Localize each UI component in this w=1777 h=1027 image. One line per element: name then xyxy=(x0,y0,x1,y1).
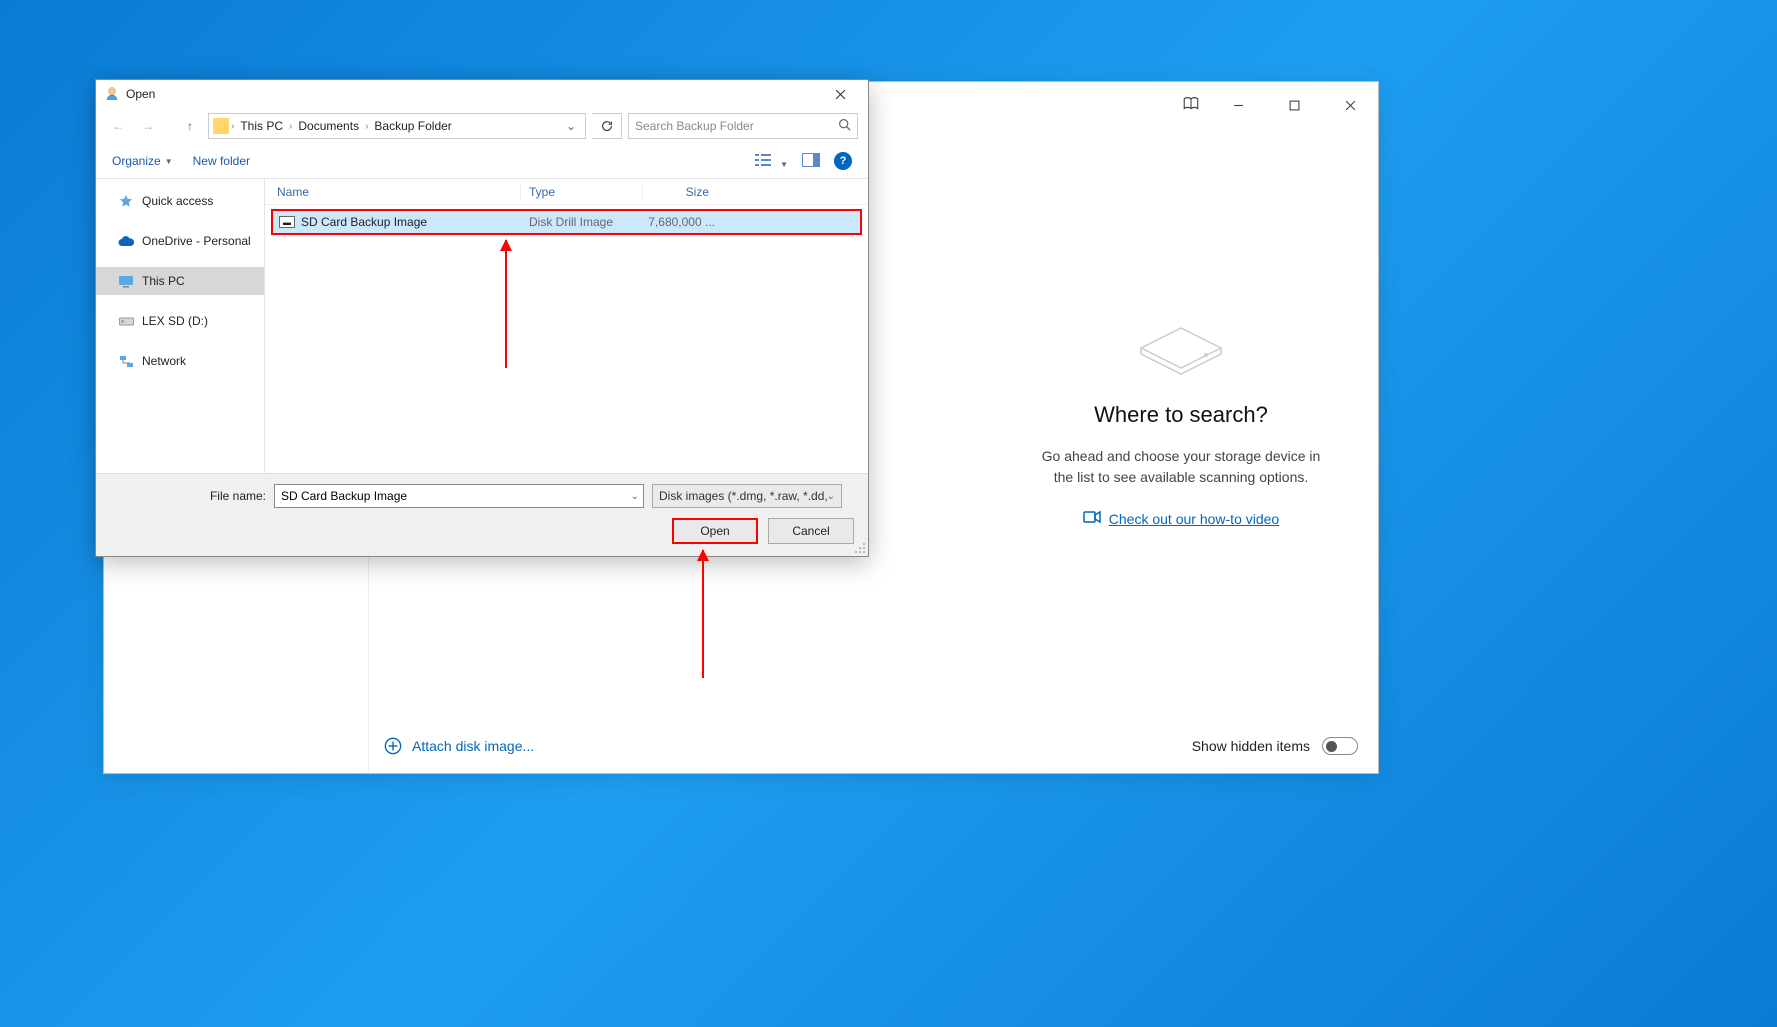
search-placeholder: Search Backup Folder xyxy=(635,119,754,133)
filetype-filter[interactable]: Disk images (*.dmg, *.raw, *.dd, ⌄ xyxy=(652,484,842,508)
drive-icon xyxy=(1131,308,1231,378)
dialog-title: Open xyxy=(126,87,155,101)
dialog-sidebar: Quick access OneDrive - Personal This PC… xyxy=(96,179,264,473)
where-desc: Go ahead and choose your storage device … xyxy=(1036,446,1326,488)
network-icon xyxy=(118,353,134,369)
column-name[interactable]: Name xyxy=(265,185,521,199)
dialog-nav: ← → ↑ › This PC › Documents › Backup Fol… xyxy=(96,108,868,144)
sidebar-item-quickaccess[interactable]: Quick access xyxy=(96,187,264,215)
star-icon xyxy=(118,193,134,209)
sidebar-item-onedrive[interactable]: OneDrive - Personal xyxy=(96,227,264,255)
open-dialog: Open ← → ↑ › This PC › Documents › Backu… xyxy=(95,79,869,557)
search-icon xyxy=(838,118,851,134)
annotation-arrow-2 xyxy=(702,550,704,678)
refresh-button[interactable] xyxy=(592,113,622,139)
column-type[interactable]: Type xyxy=(521,185,643,199)
right-panel: Where to search? Go ahead and choose you… xyxy=(984,128,1378,773)
preview-pane-icon[interactable] xyxy=(802,153,820,170)
breadcrumb-dropdown[interactable]: ⌄ xyxy=(561,119,581,133)
attach-disk-image-button[interactable]: Attach disk image... xyxy=(384,737,534,755)
video-icon xyxy=(1083,510,1101,527)
diskimage-icon: ▬ xyxy=(279,216,295,228)
file-row[interactable]: ▬ SD Card Backup Image Disk Drill Image … xyxy=(271,209,862,235)
file-name: SD Card Backup Image xyxy=(301,215,427,229)
newfolder-button[interactable]: New folder xyxy=(193,154,250,168)
resize-grip[interactable] xyxy=(854,542,866,554)
pc-icon xyxy=(118,273,134,289)
howto-link[interactable]: Check out our how-to video xyxy=(1109,511,1279,527)
cancel-button[interactable]: Cancel xyxy=(768,518,854,544)
cloud-icon xyxy=(118,233,134,249)
file-list: Name Type Size ▬ SD Card Backup Image Di… xyxy=(264,179,868,473)
file-type: Disk Drill Image xyxy=(523,215,645,229)
breadcrumb[interactable]: › This PC › Documents › Backup Folder ⌄ xyxy=(208,113,586,139)
app-icon xyxy=(104,86,120,102)
dialog-titlebar: Open xyxy=(96,80,868,108)
hidden-label: Show hidden items xyxy=(1192,738,1310,754)
show-hidden-toggle[interactable] xyxy=(1322,737,1358,755)
dialog-toolbar: Organize ▼ New folder ▼ ? xyxy=(96,144,868,178)
bc-backup[interactable]: Backup Folder xyxy=(370,119,455,133)
view-list-icon[interactable]: ▼ xyxy=(755,153,788,170)
attach-label: Attach disk image... xyxy=(412,738,534,754)
sidebar-item-network[interactable]: Network xyxy=(96,347,264,375)
file-size: 7,680,000 ... xyxy=(645,215,715,229)
book-icon[interactable] xyxy=(1182,95,1200,116)
sidebar-item-thispc[interactable]: This PC xyxy=(96,267,264,295)
organize-button[interactable]: Organize ▼ xyxy=(112,154,173,168)
dialog-close-button[interactable] xyxy=(820,82,860,106)
bc-thispc[interactable]: This PC xyxy=(236,119,287,133)
filename-label: File name: xyxy=(110,489,266,503)
sidebar-item-lexsd[interactable]: LEX SD (D:) xyxy=(96,307,264,335)
nav-forward-button[interactable]: → xyxy=(136,114,160,138)
chevron-down-icon[interactable]: ⌄ xyxy=(631,491,639,502)
nav-up-button[interactable]: ↑ xyxy=(178,114,202,138)
open-button[interactable]: Open xyxy=(672,518,758,544)
help-icon[interactable]: ? xyxy=(834,152,852,170)
plus-circle-icon xyxy=(384,737,402,755)
annotation-arrow-1 xyxy=(505,240,507,368)
maximize-button[interactable] xyxy=(1276,90,1312,120)
dialog-footer: File name: SD Card Backup Image ⌄ Disk i… xyxy=(96,473,868,556)
bc-documents[interactable]: Documents xyxy=(294,119,363,133)
search-input[interactable]: Search Backup Folder xyxy=(628,113,858,139)
nav-back-button[interactable]: ← xyxy=(106,114,130,138)
folder-icon xyxy=(213,118,229,134)
filename-input[interactable]: SD Card Backup Image ⌄ xyxy=(274,484,644,508)
close-button[interactable] xyxy=(1332,90,1368,120)
minimize-button[interactable] xyxy=(1220,90,1256,120)
sd-icon xyxy=(118,313,134,329)
column-size[interactable]: Size xyxy=(643,185,719,199)
where-title: Where to search? xyxy=(1094,402,1268,428)
